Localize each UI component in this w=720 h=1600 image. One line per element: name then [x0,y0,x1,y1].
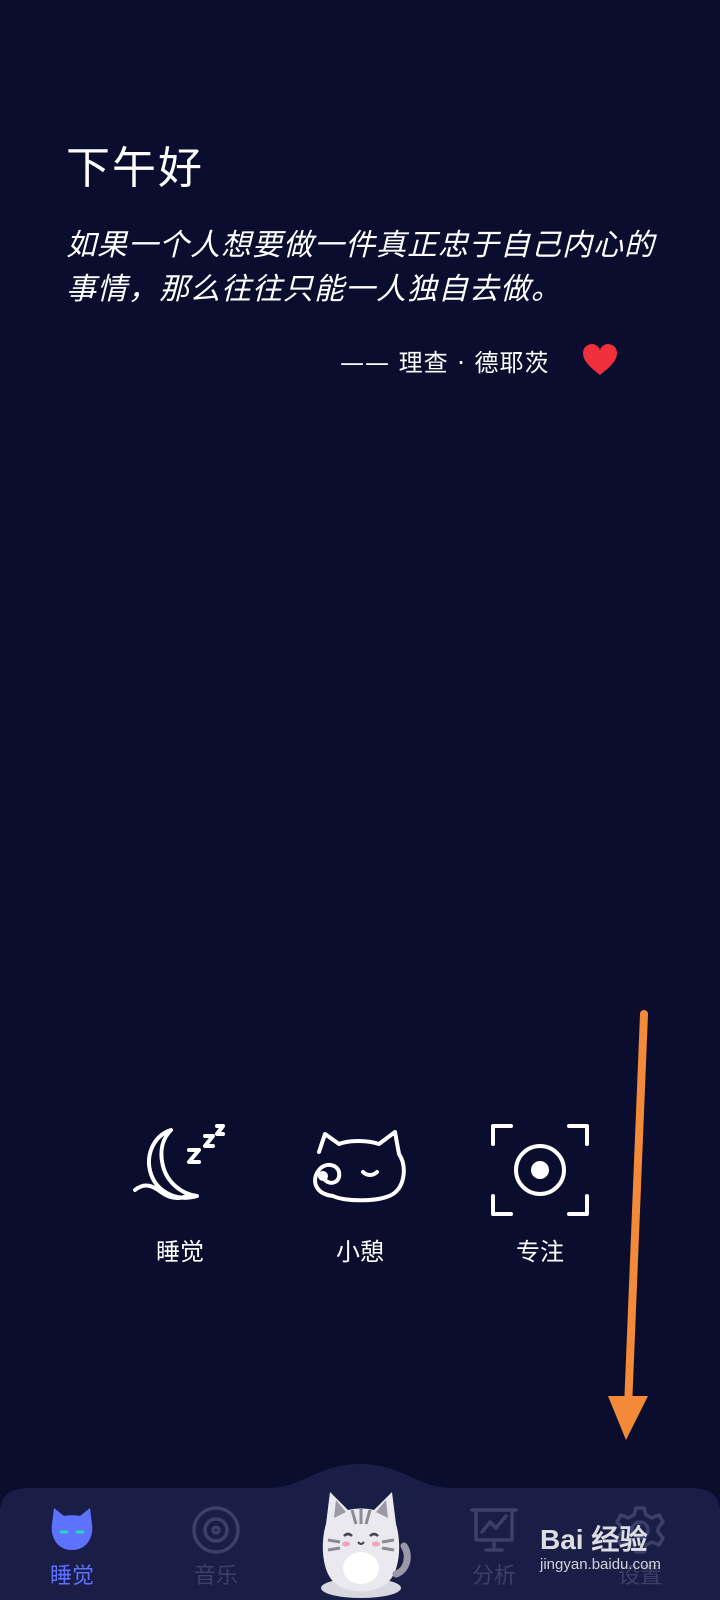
baidu-jingyan-watermark: Bai 经验 jingyan.baidu.com [540,1518,690,1588]
mode-focus-button[interactable]: 专注 [480,1120,600,1280]
quote-author-row: —— 理查 · 德耶茨 [340,340,618,380]
chart-board-icon [470,1508,518,1552]
tab-analysis-label: 分析 [471,1564,516,1589]
quote-author: —— 理查 · 德耶茨 [340,348,550,377]
mode-sleep-button[interactable]: 睡觉 [120,1120,240,1280]
tab-analysis[interactable]: 分析 [444,1504,544,1600]
moon-sleep-icon [133,1124,225,1201]
cat-mascot-icon[interactable] [306,1484,416,1600]
greeting-title: 下午好 [66,143,204,194]
focus-target-icon [491,1124,589,1216]
daily-quote: 如果一个人想要做一件真正忠于自己内心的事情，那么往往只能一人独自去做。 [66,228,655,307]
mode-nap-button[interactable]: 小憩 [300,1120,420,1280]
vinyl-disc-icon [192,1506,240,1554]
mode-nap-label: 小憩 [336,1238,384,1266]
watermark-url: jingyan.baidu.com [540,1556,661,1573]
cat-nap-icon [313,1130,406,1203]
watermark-brand: Bai 经验 [540,1524,648,1555]
mode-sleep-label: 睡觉 [156,1238,204,1266]
mode-focus-label: 专注 [516,1238,564,1266]
home-screen: 下午好 如果一个人想要做一件真正忠于自己内心的事情，那么往往只能一人独自去做。 … [0,0,720,1600]
tab-music[interactable]: 音乐 [166,1504,266,1600]
tab-sleep[interactable]: 睡觉 [22,1504,122,1600]
tab-music-label: 音乐 [193,1564,238,1589]
mode-selector: 睡觉 小憩 专注 [120,1120,600,1280]
cat-face-icon [51,1508,93,1550]
tab-sleep-label: 睡觉 [49,1564,94,1589]
heart-icon[interactable] [582,343,618,377]
annotation-arrow [608,1010,648,1440]
